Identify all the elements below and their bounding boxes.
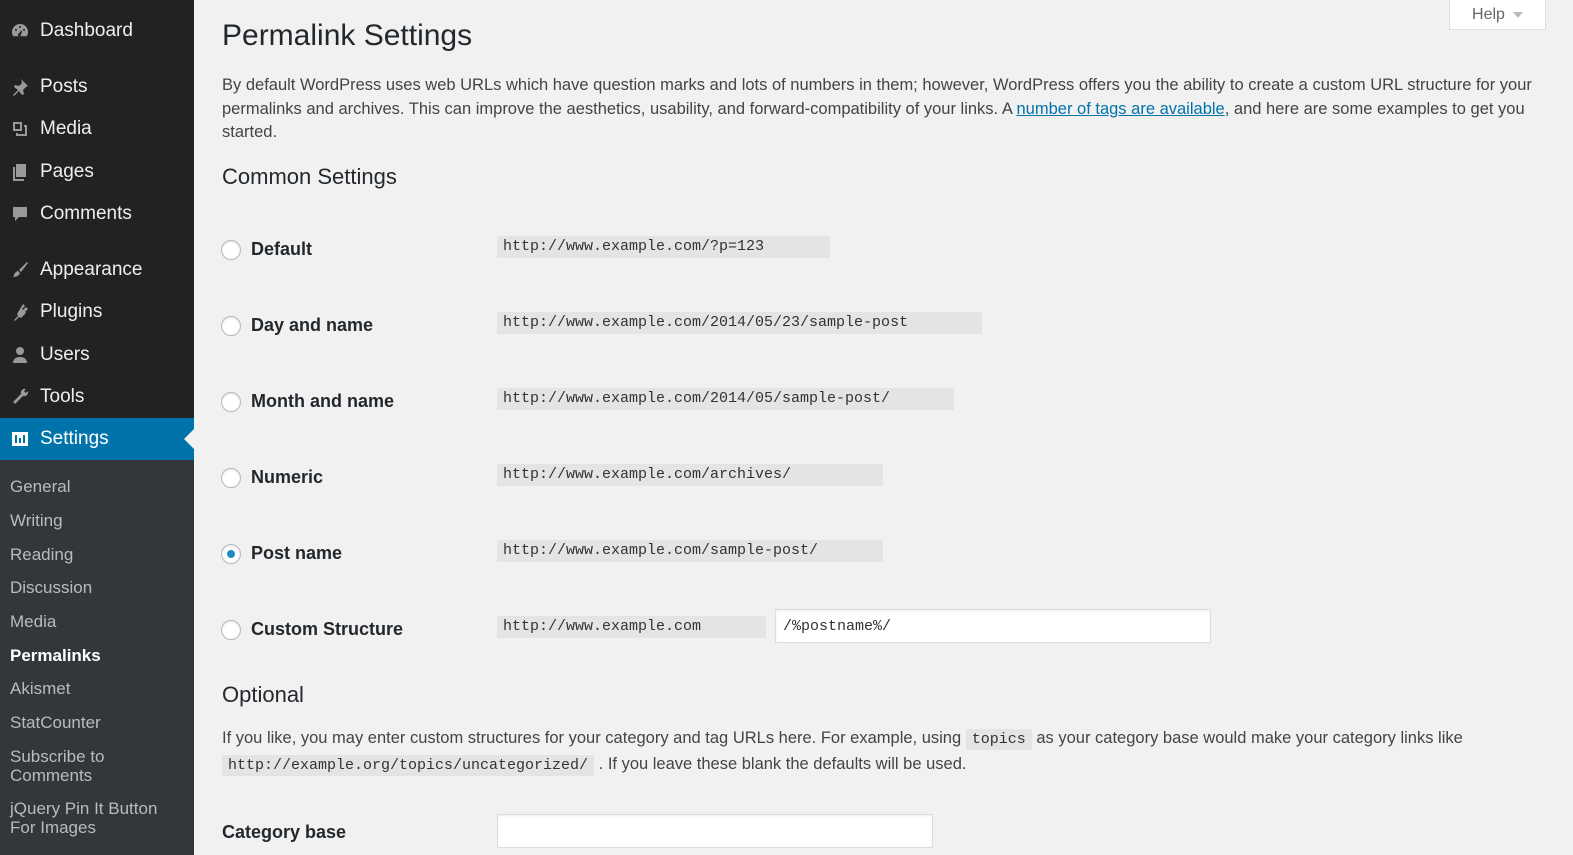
sidebar-item-label: Dashboard	[40, 20, 133, 41]
option-label: Numeric	[251, 467, 324, 487]
sidebar-item-label: Tools	[40, 386, 85, 407]
submenu-item-statcounter[interactable]: StatCounter	[10, 713, 101, 732]
sidebar-item-tools[interactable]: Tools	[0, 376, 194, 418]
sidebar-item-appearance[interactable]: Appearance	[0, 249, 194, 291]
user-icon	[0, 345, 40, 365]
option-custom-structure[interactable]: Custom Structure	[221, 619, 403, 640]
sidebar-item-posts[interactable]: Posts	[0, 66, 194, 108]
submenu-item-reading[interactable]: Reading	[10, 545, 73, 564]
sidebar-item-media[interactable]: Media	[0, 108, 194, 150]
sidebar-item-users[interactable]: Users	[0, 334, 194, 376]
sidebar-item-plugins[interactable]: Plugins	[0, 291, 194, 333]
option-label: Default	[251, 239, 313, 259]
sidebar-item-comments[interactable]: Comments	[0, 193, 194, 235]
option-month-and-name[interactable]: Month and name	[221, 391, 394, 412]
submenu-item-subscribe-to-comments[interactable]: Subscribe to Comments	[10, 747, 160, 785]
radio-month-and-name[interactable]	[221, 391, 241, 412]
sidebar-item-pages[interactable]: Pages	[0, 151, 194, 193]
page-title: Permalink Settings	[222, 19, 473, 52]
example-url-default: http://www.example.com/?p=123	[497, 236, 830, 258]
optional-description: If you like, you may enter custom struct…	[222, 729, 1463, 776]
radio-day-and-name[interactable]	[221, 315, 241, 336]
settings-submenu: General Writing Reading Discussion Media…	[0, 460, 194, 855]
example-url-numeric: http://www.example.com/archives/	[497, 464, 883, 486]
settings-icon	[0, 429, 40, 449]
brush-icon	[0, 260, 40, 280]
submenu-item-jquery-pin-it[interactable]: jQuery Pin It Button For Images	[10, 799, 170, 837]
option-label: Month and name	[251, 391, 394, 411]
custom-structure-input[interactable]: /%postname%/	[775, 609, 1211, 643]
code-example-url: http://example.org/topics/uncategorized/	[222, 755, 595, 776]
help-tab-button[interactable]: Help	[1449, 0, 1546, 30]
radio-default[interactable]	[221, 239, 241, 260]
sidebar-item-settings[interactable]: Settings	[0, 418, 194, 460]
intro-text: By default WordPress uses web URLs which…	[222, 76, 1532, 141]
option-label: Post name	[251, 543, 343, 563]
code-topics: topics	[965, 729, 1032, 750]
sidebar-item-label: Posts	[40, 76, 88, 97]
sidebar-item-label: Media	[40, 118, 92, 139]
sidebar-item-label: Comments	[40, 203, 132, 224]
chevron-down-icon	[1512, 11, 1523, 18]
admin-sidebar: Dashboard Posts Media Pages Comments App…	[0, 0, 194, 855]
example-url-month-and-name: http://www.example.com/2014/05/sample-po…	[497, 388, 954, 410]
example-url-post-name: http://www.example.com/sample-post/	[497, 540, 883, 562]
submenu-item-general[interactable]: General	[10, 477, 70, 496]
sidebar-item-label: Users	[40, 344, 90, 365]
sidebar-item-label: Appearance	[40, 259, 143, 280]
submenu-item-discussion[interactable]: Discussion	[10, 578, 92, 597]
wrench-icon	[0, 387, 40, 407]
help-label: Help	[1472, 5, 1505, 23]
plugin-icon	[0, 302, 40, 322]
optional-heading: Optional	[222, 682, 304, 707]
tags-available-link[interactable]: number of tags are available	[1017, 100, 1225, 118]
submenu-item-akismet[interactable]: Akismet	[10, 679, 70, 698]
option-default[interactable]: Default	[221, 239, 312, 260]
option-day-and-name[interactable]: Day and name	[221, 315, 373, 336]
category-base-label: Category base	[222, 822, 347, 842]
submenu-item-permalinks[interactable]: Permalinks	[10, 646, 101, 665]
option-post-name[interactable]: Post name	[221, 543, 342, 564]
radio-post-name[interactable]	[221, 543, 241, 564]
option-label: Custom Structure	[251, 619, 404, 639]
comment-icon	[0, 204, 40, 224]
sidebar-item-label: Plugins	[40, 301, 103, 322]
submenu-item-writing[interactable]: Writing	[10, 511, 63, 530]
pages-icon	[0, 162, 40, 182]
common-settings-heading: Common Settings	[222, 164, 397, 189]
submenu-item-media[interactable]: Media	[10, 612, 56, 631]
example-url-day-and-name: http://www.example.com/2014/05/23/sample…	[497, 312, 982, 334]
radio-custom-structure[interactable]	[221, 619, 241, 640]
category-base-input[interactable]	[497, 814, 933, 848]
example-url-custom-prefix: http://www.example.com	[497, 616, 766, 638]
sidebar-item-dashboard[interactable]: Dashboard	[0, 10, 194, 52]
sidebar-item-label: Settings	[40, 428, 109, 449]
radio-numeric[interactable]	[221, 467, 241, 488]
media-icon	[0, 119, 40, 139]
option-numeric[interactable]: Numeric	[221, 467, 323, 488]
option-label: Day and name	[251, 315, 374, 335]
sidebar-item-label: Pages	[40, 161, 94, 182]
dashboard-icon	[0, 21, 40, 41]
pin-icon	[0, 77, 40, 97]
